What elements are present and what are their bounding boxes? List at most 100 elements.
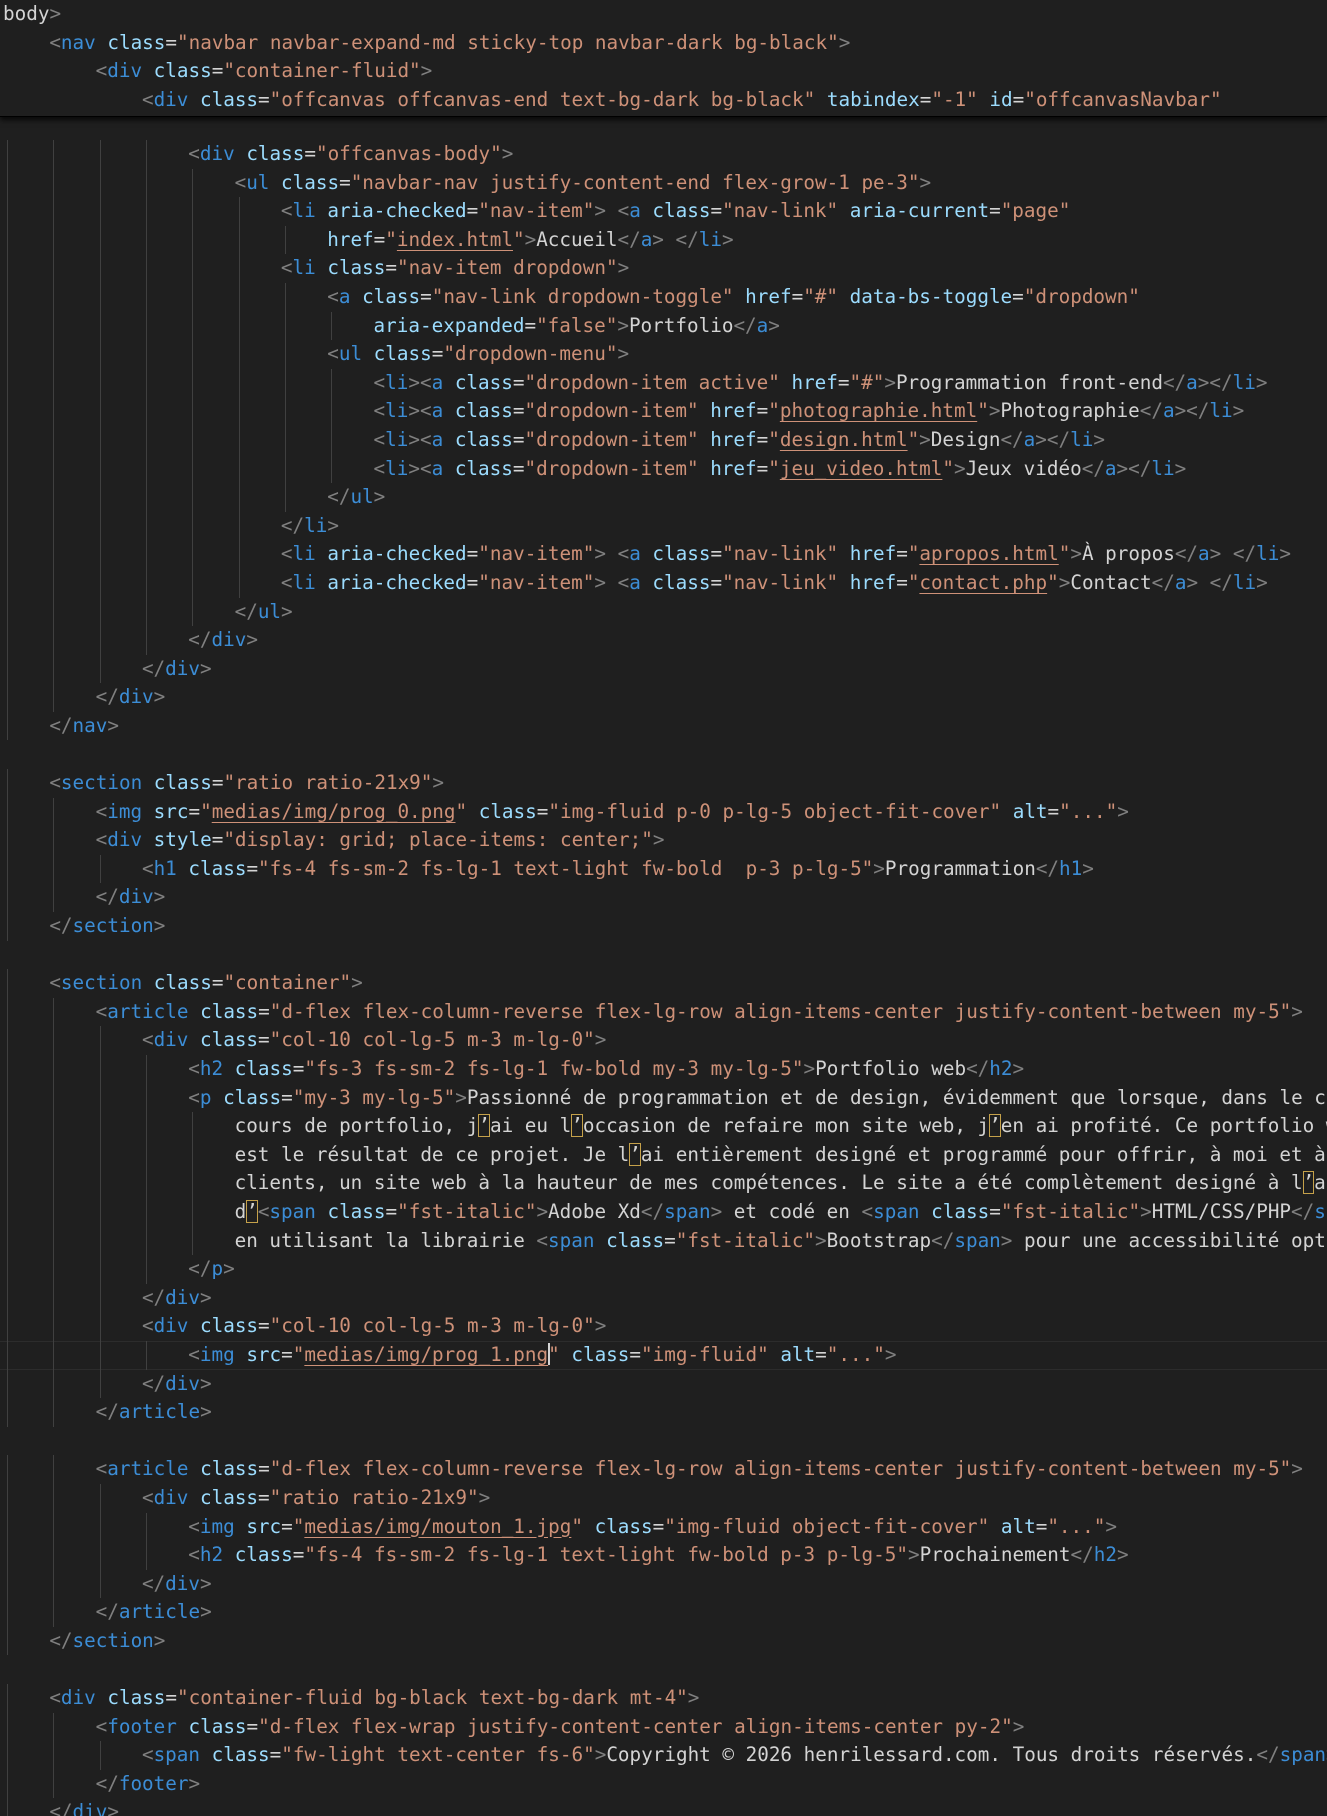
code-line[interactable]: </section> [0, 912, 1327, 941]
code-line[interactable]: <li aria-checked="nav-item"> <a class="n… [0, 540, 1327, 569]
code-line[interactable]: </div> [0, 1569, 1327, 1599]
code-line-content: aria-expanded="false">Portfolio</a> [374, 314, 780, 337]
code-line[interactable]: <h2 class="fs-4 fs-sm-2 fs-lg-1 text-lig… [0, 1541, 1327, 1570]
indent-guide [7, 1455, 9, 1484]
file-link[interactable]: jeu_video.html [780, 457, 943, 480]
code-line[interactable]: <article class="d-flex flex-column-rever… [0, 997, 1327, 1027]
tag-bracket: > [1255, 370, 1268, 394]
code-line[interactable]: </ul> [0, 597, 1327, 627]
indent-guide [7, 1283, 9, 1313]
code-line[interactable]: </div> [0, 1798, 1327, 1816]
code-line[interactable]: href="index.html">Accueil</a> </li> [0, 225, 1327, 255]
file-link[interactable]: index.html [397, 228, 513, 251]
code-line[interactable]: <div style="display: grid; place-items: … [0, 826, 1327, 855]
code-line[interactable]: clients, un site web à la hauteur de mes… [0, 1169, 1327, 1198]
code-line[interactable]: est le résultat de ce projet. Je l’ai en… [0, 1140, 1327, 1170]
text-content: = [211, 771, 224, 795]
code-line[interactable]: <footer class="d-flex flex-wrap justify-… [0, 1712, 1327, 1742]
attribute-name: class [652, 199, 711, 223]
code-line[interactable]: </ul> [0, 483, 1327, 512]
code-line[interactable]: <a class="nav-link dropdown-toggle" href… [0, 282, 1327, 312]
code-line[interactable]: <h2 class="fs-3 fs-sm-2 fs-lg-1 fw-bold … [0, 1055, 1327, 1084]
text-content: cours de portfolio, j [234, 1114, 479, 1138]
tag-name: ul [338, 342, 363, 366]
code-line[interactable]: </div> [0, 1369, 1327, 1399]
file-link[interactable]: contact.php [919, 571, 1047, 594]
code-line[interactable]: <div class="col-10 col-lg-5 m-3 m-lg-0"> [0, 1312, 1327, 1341]
code-line[interactable] [0, 1655, 1327, 1684]
indent-guide [238, 311, 240, 341]
text-content [699, 399, 711, 422]
code-line[interactable]: <h1 class="fs-4 fs-sm-2 fs-lg-1 text-lig… [0, 854, 1327, 884]
indent-guide [7, 1255, 9, 1284]
code-line[interactable]: <div class="offcanvas offcanvas-end text… [0, 86, 1327, 115]
indent-guide [99, 197, 101, 226]
code-line[interactable]: <li><a class="dropdown-item active" href… [0, 368, 1327, 398]
file-link[interactable]: apropos.html [919, 542, 1058, 565]
code-line[interactable]: </article> [0, 1398, 1327, 1427]
code-line-content: </div> [188, 628, 258, 651]
code-line[interactable]: </section> [0, 1626, 1327, 1656]
code-line[interactable]: </div> [0, 1283, 1327, 1313]
code-line[interactable]: d’<span class="fst-italic">Adobe Xd</spa… [0, 1197, 1327, 1227]
code-line[interactable]: aria-expanded="false">Portfolio</a> [0, 311, 1327, 341]
code-line[interactable]: <div class="container-fluid bg-black tex… [0, 1684, 1327, 1713]
code-line[interactable]: </article> [0, 1598, 1327, 1627]
code-line[interactable]: <ul class="dropdown-menu"> [0, 340, 1327, 369]
code-line[interactable]: <section class="ratio ratio-21x9"> [0, 769, 1327, 798]
text-content [606, 571, 618, 594]
code-line[interactable] [0, 941, 1327, 970]
code-line[interactable]: body> [0, 0, 1327, 29]
code-line[interactable]: <img src="medias/img/mouton_1.jpg" class… [0, 1512, 1327, 1542]
code-line[interactable]: <span class="fw-light text-center fs-6">… [0, 1741, 1327, 1770]
sticky-scroll-header[interactable]: body> <nav class="navbar navbar-expand-md… [0, 0, 1327, 117]
code-line[interactable]: </div> [0, 626, 1327, 655]
code-line-content: <article class="d-flex flex-column-rever… [96, 1000, 1303, 1023]
code-line[interactable]: <div class="ratio ratio-21x9"> [0, 1483, 1327, 1513]
code-line[interactable]: <div class="col-10 col-lg-5 m-3 m-lg-0"> [0, 1026, 1327, 1055]
text-content: = [420, 284, 432, 308]
code-line[interactable] [0, 740, 1327, 769]
code-line[interactable]: <img src="medias/img/prog_0.png" class="… [0, 797, 1327, 827]
code-line[interactable]: <li aria-checked="nav-item"> <a class="n… [0, 197, 1327, 226]
code-line-content: </article> [96, 1600, 212, 1623]
code-editor[interactable]: <div class="offcanvas-body"> <ul class="n… [0, 0, 1327, 1816]
code-line[interactable]: <li class="nav-item dropdown"> [0, 254, 1327, 283]
code-line[interactable]: <img src="medias/img/prog_1.png" class="… [0, 1340, 1327, 1370]
code-line[interactable]: <li><a class="dropdown-item" href="photo… [0, 397, 1327, 426]
file-link[interactable]: design.html [780, 428, 908, 451]
attribute-name: tabindex [826, 87, 920, 111]
code-line[interactable]: <ul class="navbar-nav justify-content-en… [0, 168, 1327, 198]
code-line[interactable]: </li> [0, 511, 1327, 541]
code-line[interactable]: </div> [0, 654, 1327, 684]
code-line[interactable] [0, 1427, 1327, 1456]
text-content [664, 228, 676, 251]
file-link[interactable]: photographie.html [780, 399, 977, 422]
code-line[interactable]: <nav class="navbar navbar-expand-md stic… [0, 29, 1327, 58]
file-link[interactable]: medias/img/prog_0.png [212, 800, 456, 823]
code-line[interactable]: <li><a class="dropdown-item" href="desig… [0, 425, 1327, 455]
code-line[interactable]: <article class="d-flex flex-column-rever… [0, 1455, 1327, 1484]
file-link[interactable]: medias/img/prog_1.png [304, 1343, 548, 1366]
code-line[interactable]: <p class="my-3 my-lg-5">Passionné de pro… [0, 1083, 1327, 1113]
code-line[interactable]: </div> [0, 883, 1327, 913]
attribute-name: href [710, 456, 757, 480]
code-line[interactable]: <li><a class="dropdown-item" href="jeu_v… [0, 454, 1327, 484]
code-line[interactable]: </p> [0, 1255, 1327, 1284]
code-line[interactable]: <li aria-checked="nav-item"> <a class="n… [0, 568, 1327, 598]
code-line[interactable]: <div class="container-fluid"> [0, 57, 1327, 86]
code-line[interactable]: </div> [0, 683, 1327, 712]
indent-guide [53, 597, 55, 627]
code-body[interactable]: <div class="offcanvas-body"> <ul class="n… [0, 140, 1327, 1816]
code-line[interactable]: en utilisant la librairie <span class="f… [0, 1226, 1327, 1256]
tag-bracket: < [861, 1199, 874, 1223]
file-link[interactable]: medias/img/mouton_1.jpg [304, 1515, 571, 1538]
attribute-name: class [281, 170, 340, 194]
code-line[interactable]: <div class="offcanvas-body"> [0, 140, 1327, 169]
code-line[interactable]: <section class="container"> [0, 969, 1327, 998]
text-content: = [188, 799, 201, 823]
code-line[interactable]: cours de portfolio, j’ai eu l’occasion d… [0, 1112, 1327, 1141]
code-line[interactable]: </footer> [0, 1769, 1327, 1799]
code-line[interactable]: </nav> [0, 711, 1327, 741]
attribute-name: class [107, 30, 166, 54]
